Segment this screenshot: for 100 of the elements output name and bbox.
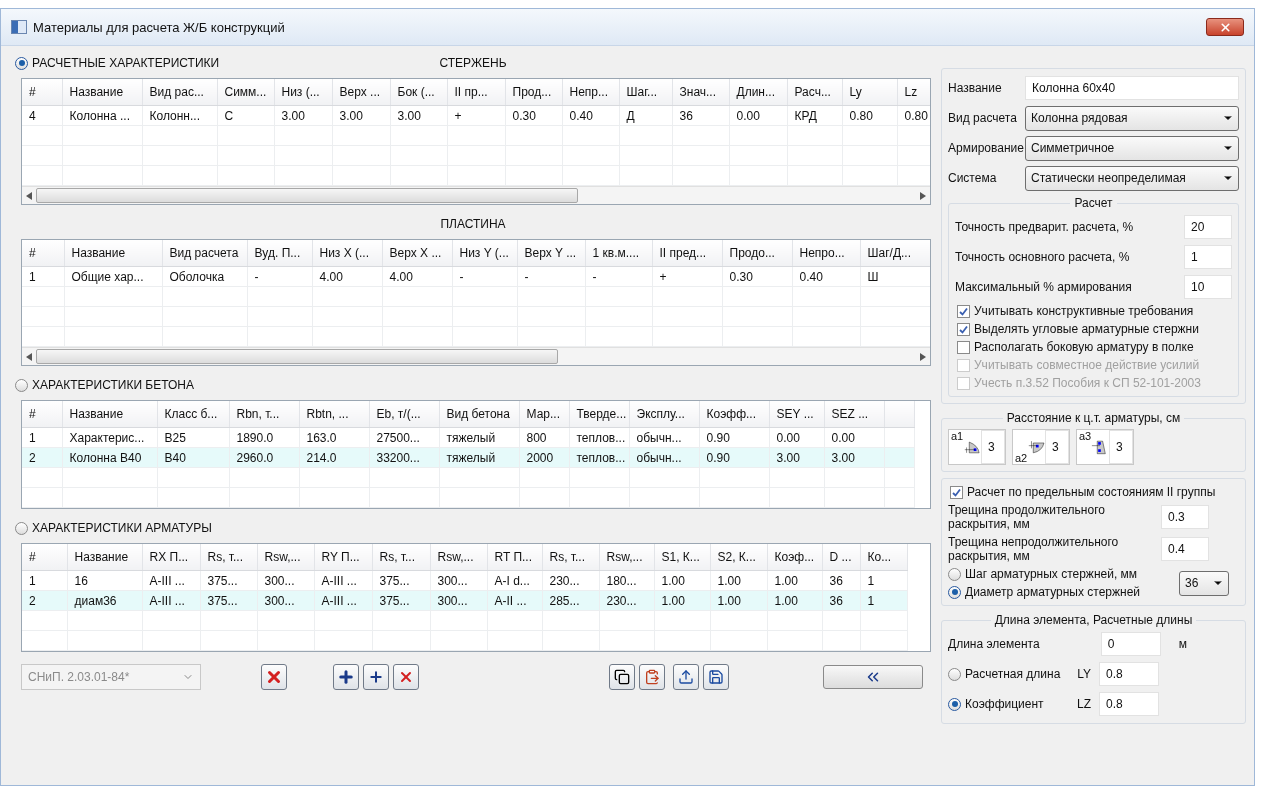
- column-header[interactable]: Rs, т...: [372, 544, 430, 571]
- column-header[interactable]: Название: [64, 240, 162, 267]
- column-header[interactable]: Вид расчета: [162, 240, 247, 267]
- column-header[interactable]: Коэф...: [767, 544, 822, 571]
- column-header[interactable]: Вид бетона: [439, 401, 519, 428]
- column-header[interactable]: Шаг/Д...: [860, 240, 930, 267]
- right-arrow-icon[interactable]: [920, 191, 926, 200]
- column-header[interactable]: Класс б...: [157, 401, 229, 428]
- delete-rows-button[interactable]: [393, 664, 419, 690]
- column-header[interactable]: Мар...: [519, 401, 569, 428]
- column-header[interactable]: Название: [62, 401, 157, 428]
- column-header[interactable]: Ко...: [860, 544, 907, 571]
- radio-button[interactable]: Коэффициент: [948, 697, 1044, 711]
- column-header[interactable]: Низ (...: [274, 79, 332, 106]
- checkbox[interactable]: Располагать боковую арматуру в полке: [955, 340, 1232, 354]
- cover-input[interactable]: a1 3: [948, 429, 1006, 465]
- column-header[interactable]: SEY ...: [769, 401, 824, 428]
- radio-button[interactable]: Расчетная длина: [948, 667, 1061, 681]
- column-header[interactable]: Эксплу...: [629, 401, 699, 428]
- delete-button[interactable]: [261, 664, 287, 690]
- radio-indicator[interactable]: [948, 585, 961, 599]
- column-header[interactable]: Бок (...: [390, 79, 447, 106]
- column-header[interactable]: Низ X (...: [312, 240, 382, 267]
- input-field[interactable]: 1: [1184, 245, 1232, 269]
- input-field[interactable]: 0.8: [1099, 692, 1159, 716]
- column-header[interactable]: RY П...: [314, 544, 372, 571]
- left-arrow-icon[interactable]: [26, 352, 32, 361]
- dropdown[interactable]: Симметричное: [1025, 135, 1239, 161]
- cover-input[interactable]: a3 3: [1076, 429, 1134, 465]
- column-header[interactable]: Верх Y ...: [517, 240, 585, 267]
- input-field[interactable]: 3: [1044, 430, 1069, 464]
- collapse-button[interactable]: [823, 665, 923, 689]
- column-header[interactable]: Ly: [842, 79, 897, 106]
- column-header[interactable]: Eb, т/(...: [369, 401, 439, 428]
- dropdown[interactable]: Статически неопределимая: [1025, 165, 1239, 191]
- column-header[interactable]: Шаг...: [619, 79, 672, 106]
- input-field[interactable]: 0.3: [1161, 505, 1209, 529]
- input-field[interactable]: 0.8: [1099, 662, 1159, 686]
- column-header[interactable]: II пред...: [652, 240, 722, 267]
- input-field[interactable]: 10: [1184, 275, 1232, 299]
- column-header[interactable]: Тверде...: [569, 401, 629, 428]
- checkbox[interactable]: Расчет по предельным состояниям II группы: [948, 485, 1239, 499]
- column-header[interactable]: Rs, т...: [200, 544, 257, 571]
- radio-indicator[interactable]: [948, 697, 961, 711]
- radio-indicator[interactable]: [15, 378, 28, 392]
- column-header[interactable]: Знач...: [672, 79, 729, 106]
- column-header[interactable]: II пр...: [447, 79, 505, 106]
- column-header[interactable]: Lz: [897, 79, 930, 106]
- column-header[interactable]: #: [22, 401, 62, 428]
- column-header[interactable]: S1, К...: [654, 544, 710, 571]
- column-header[interactable]: Вид рас...: [142, 79, 217, 106]
- column-header[interactable]: RX П...: [142, 544, 200, 571]
- radio-button[interactable]: Диаметр арматурных стержней: [948, 585, 1141, 599]
- column-header[interactable]: Rs, т...: [542, 544, 599, 571]
- column-header[interactable]: Расч...: [787, 79, 842, 106]
- column-header[interactable]: D ...: [822, 544, 860, 571]
- column-header[interactable]: Верх X ...: [382, 240, 452, 267]
- copy-button[interactable]: [609, 664, 635, 690]
- column-header[interactable]: Верх ...: [332, 79, 390, 106]
- horizontal-scrollbar[interactable]: [22, 186, 930, 204]
- horizontal-scrollbar[interactable]: [22, 347, 930, 365]
- column-header[interactable]: Rbn, т...: [229, 401, 299, 428]
- column-header[interactable]: Непр...: [562, 79, 619, 106]
- column-header[interactable]: #: [22, 79, 62, 106]
- column-header[interactable]: Вуд. П...: [247, 240, 312, 267]
- radio-indicator[interactable]: [15, 56, 28, 70]
- left-arrow-icon[interactable]: [26, 191, 32, 200]
- add-button[interactable]: [333, 664, 359, 690]
- column-header[interactable]: Прод...: [505, 79, 562, 106]
- column-header[interactable]: 1 кв.м....: [585, 240, 652, 267]
- checkbox[interactable]: Выделять угловые арматурные стержни: [955, 322, 1232, 336]
- cover-input[interactable]: a2 3: [1012, 429, 1070, 465]
- column-header[interactable]: Непро...: [792, 240, 860, 267]
- column-header[interactable]: S2, К...: [710, 544, 767, 571]
- radio-indicator[interactable]: [948, 567, 961, 581]
- column-header[interactable]: Rsw,...: [599, 544, 654, 571]
- column-header[interactable]: Низ Y (...: [452, 240, 517, 267]
- column-header[interactable]: Название: [62, 79, 142, 106]
- radio-indicator[interactable]: [948, 667, 961, 681]
- diameter-dropdown[interactable]: 36: [1179, 570, 1229, 596]
- radio-button[interactable]: Шаг арматурных стержней, мм: [948, 567, 1141, 581]
- input-field[interactable]: 3: [1108, 430, 1133, 464]
- import-button[interactable]: [673, 664, 699, 690]
- close-button[interactable]: [1206, 18, 1244, 36]
- radio-button[interactable]: ХАРАКТЕРИСТИКИ АРМАТУРЫ: [15, 521, 212, 535]
- name-field[interactable]: Колонна 60x40: [1025, 76, 1239, 100]
- column-header[interactable]: Длин...: [729, 79, 787, 106]
- paste-button[interactable]: [639, 664, 665, 690]
- radio-button[interactable]: ХАРАКТЕРИСТИКИ БЕТОНА: [15, 378, 194, 392]
- right-arrow-icon[interactable]: [920, 352, 926, 361]
- input-field[interactable]: 0: [1100, 632, 1161, 656]
- column-header[interactable]: #: [22, 544, 67, 571]
- column-header[interactable]: Название: [67, 544, 142, 571]
- save-button[interactable]: [703, 664, 729, 690]
- column-header[interactable]: #: [22, 240, 64, 267]
- checkbox[interactable]: Учитывать конструктивные требования: [955, 304, 1232, 318]
- input-field[interactable]: 3: [980, 430, 1005, 464]
- column-header[interactable]: Rsw,...: [257, 544, 314, 571]
- input-field[interactable]: 0.4: [1161, 537, 1209, 561]
- radio-button[interactable]: РАСЧЕТНЫЕ ХАРАКТЕРИСТИКИ: [15, 56, 220, 70]
